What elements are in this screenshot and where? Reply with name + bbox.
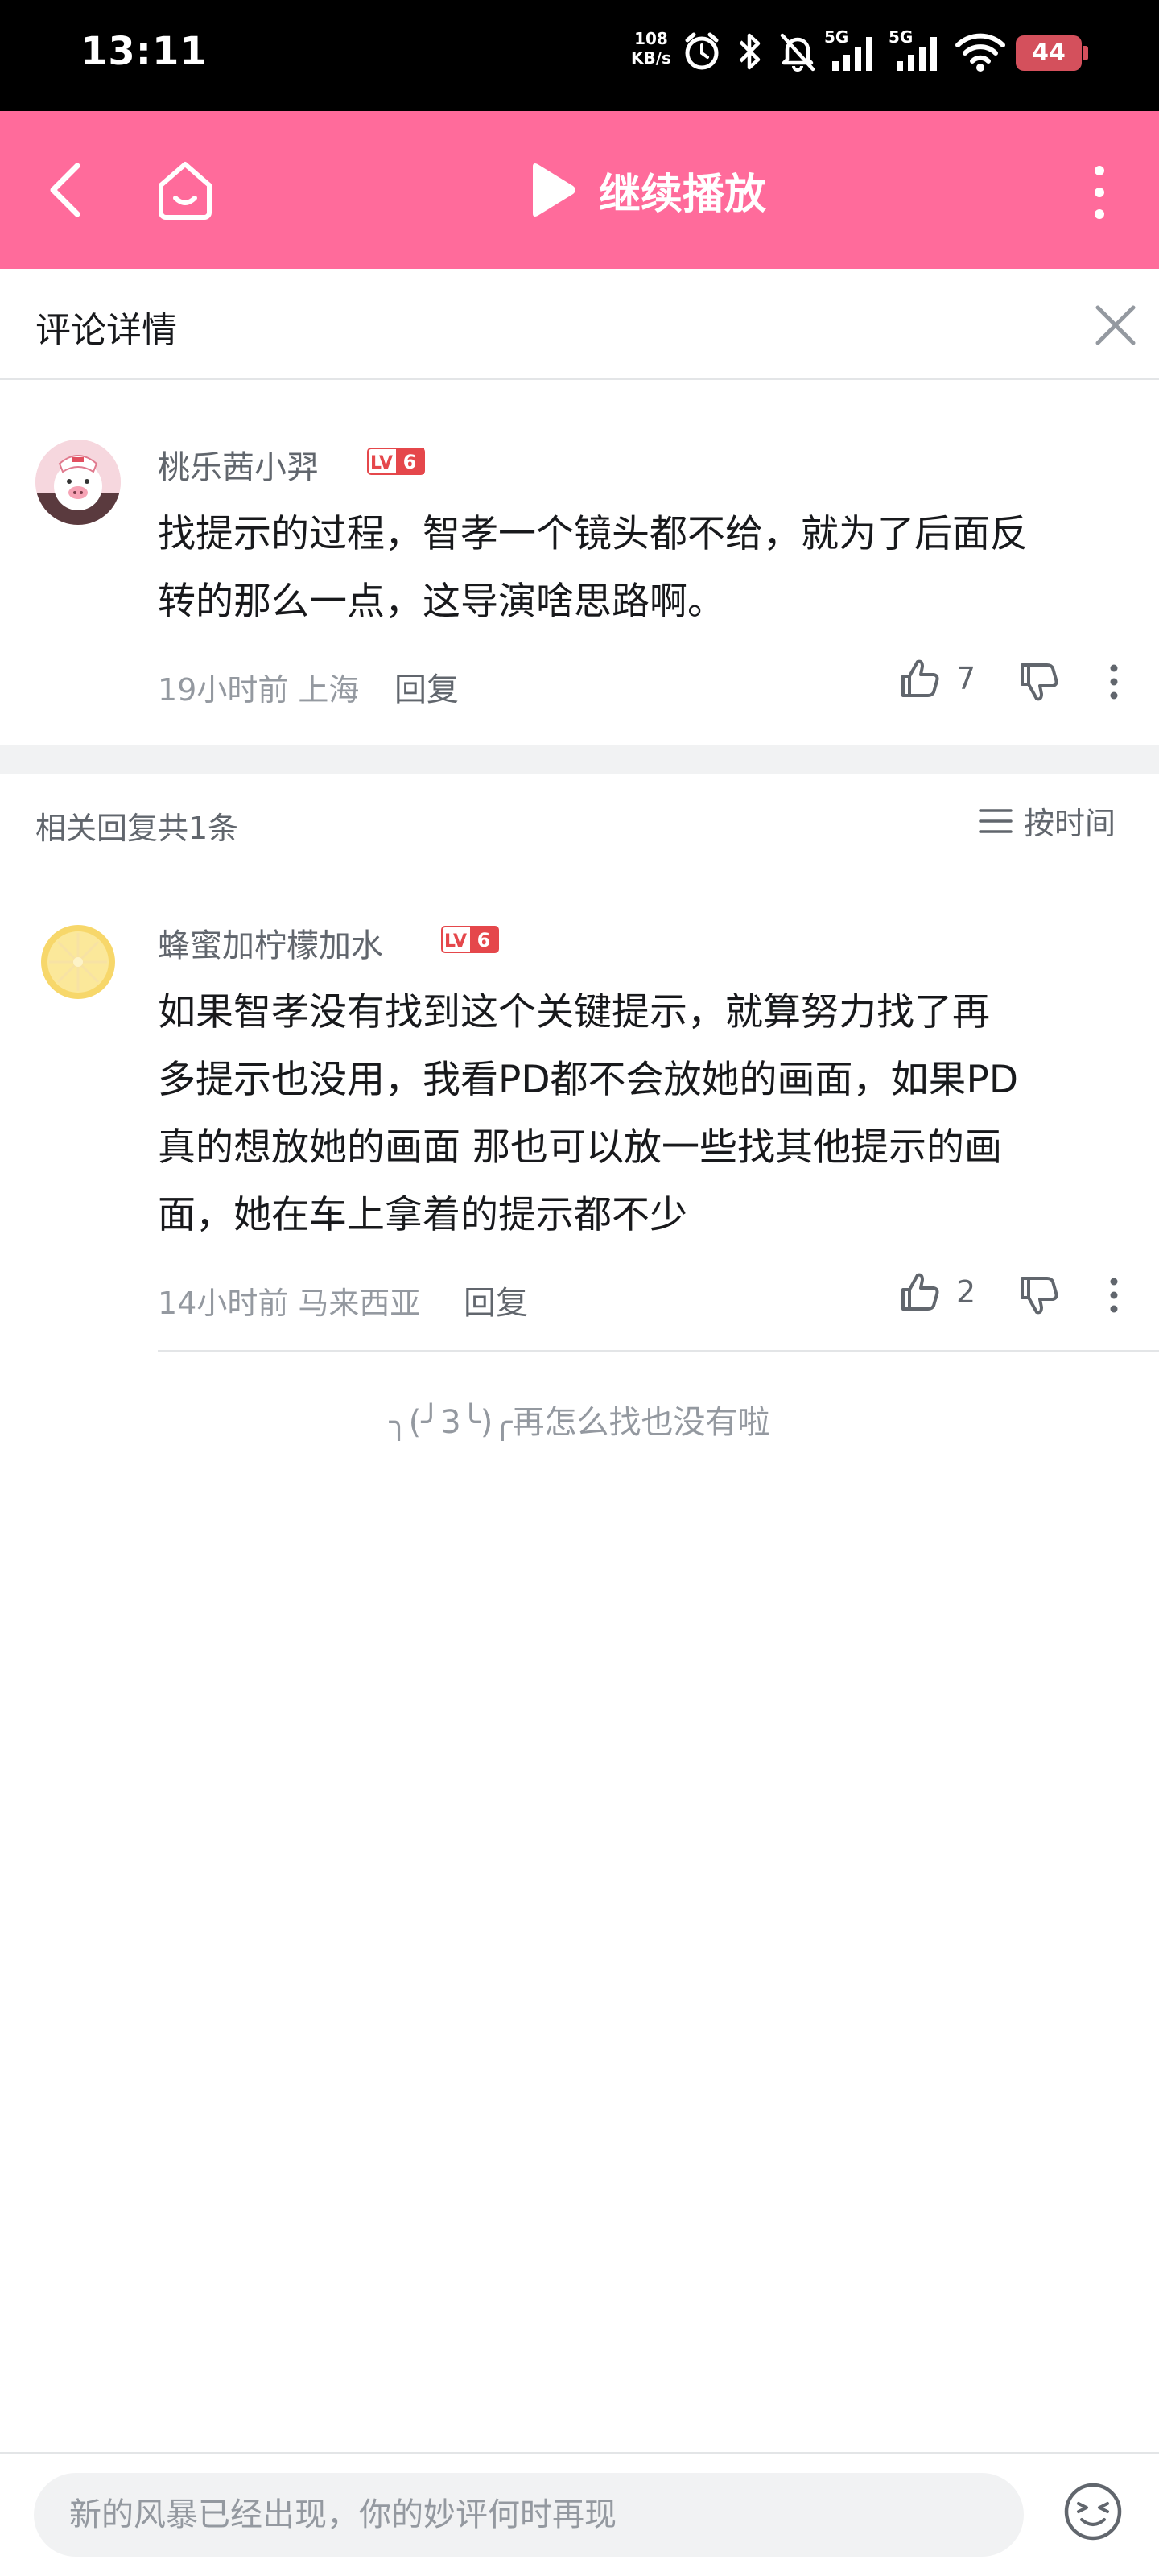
reply-button[interactable]: 回复	[394, 663, 459, 710]
battery-indicator: 44	[1016, 35, 1088, 71]
continue-play-button[interactable]: 继续播放	[526, 158, 766, 222]
sort-label: 按时间	[1024, 806, 1116, 841]
reply-divider	[158, 1350, 1159, 1352]
close-icon[interactable]	[1095, 304, 1136, 346]
more-options-icon[interactable]	[1107, 1277, 1120, 1314]
net-speed: 108 KB/s	[631, 29, 671, 68]
level-badge-text-lv: LV	[444, 931, 467, 952]
like-count: 2	[956, 1274, 976, 1310]
avatar-lemon-image	[35, 919, 121, 1005]
thumbs-up-icon	[901, 1273, 939, 1311]
thumbs-down-icon[interactable]	[1017, 660, 1061, 704]
comment-detail-bar: 评论详情	[0, 269, 1159, 380]
like-button[interactable]: 2	[898, 1270, 975, 1314]
net-speed-unit: KB/s	[631, 48, 671, 68]
status-bar: 13:11 108 KB/s 5G 5G 44	[0, 0, 1159, 111]
comment-username[interactable]: 桃乐茜小羿	[158, 441, 319, 488]
sort-by-time-button[interactable]: 按时间	[979, 799, 1116, 843]
signal-2-icon	[897, 37, 937, 71]
comment-input-bar	[0, 2452, 1159, 2576]
home-icon[interactable]	[153, 158, 217, 222]
reply-username[interactable]: 蜂蜜加柠檬加水	[158, 919, 383, 966]
comment-input[interactable]	[34, 2473, 1024, 2557]
comment-text-line: 转的那么一点，这导演啥思路啊。	[158, 580, 725, 624]
back-arrow-icon[interactable]	[45, 161, 85, 219]
alarm-icon	[685, 32, 719, 70]
thumbs-up-icon	[901, 659, 939, 697]
avatar[interactable]	[35, 440, 121, 525]
avatar-pig-image	[35, 440, 121, 525]
bluetooth-icon	[739, 33, 761, 70]
thumbs-down-icon[interactable]	[1017, 1274, 1061, 1317]
comment-text-line: 找提示的过程，智孝一个镜头都不给，就为了后面反	[158, 512, 1028, 556]
comment-detail-title: 评论详情	[35, 310, 177, 351]
reply-text-line: 多提示也没用，我看PD都不会放她的画面，如果PD	[158, 1058, 1019, 1102]
net-speed-value: 108	[634, 29, 668, 48]
status-time: 13:11	[80, 29, 208, 74]
more-options-icon[interactable]	[1107, 663, 1120, 700]
end-of-list-tip: ╮(╯3╰)╭再怎么找也没有啦	[389, 1404, 770, 1441]
replies-count-label: 相关回复共1条	[35, 811, 239, 846]
level-badge: LV 6	[441, 926, 499, 953]
like-count: 7	[956, 661, 976, 696]
reply-text: 如果智孝没有找到这个关键提示，就算努力找了再 多提示也没用，我看PD都不会放她的…	[158, 979, 1159, 1249]
reply-time-location: 14小时前 马来西亚	[158, 1286, 421, 1321]
section-divider	[0, 745, 1159, 774]
reply-text-line: 真的想放她的画面 那也可以放一些找其他提示的画	[158, 1125, 1002, 1170]
reply-button[interactable]: 回复	[464, 1277, 528, 1323]
reply-text-line: 面，她在车上拿着的提示都不少	[158, 1193, 687, 1237]
sort-list-icon	[979, 808, 1013, 833]
mute-bell-icon	[780, 33, 815, 72]
comment-text: 找提示的过程，智孝一个镜头都不给，就为了后面反 转的那么一点，这导演啥思路啊。	[158, 501, 1159, 636]
continue-play-label: 继续播放	[599, 170, 767, 219]
level-badge-text-lv: LV	[370, 453, 393, 473]
level-badge: LV 6	[367, 448, 425, 475]
more-vertical-icon[interactable]	[1090, 164, 1109, 221]
level-badge-text-num: 6	[403, 451, 417, 473]
avatar[interactable]	[35, 919, 121, 1005]
wifi-icon	[955, 33, 1005, 72]
play-icon	[533, 163, 575, 217]
reply-text-line: 如果智孝没有找到这个关键提示，就算努力找了再	[158, 990, 990, 1034]
top-nav-bar: 继续播放	[0, 111, 1159, 269]
comment-time-location: 19小时前 上海	[158, 672, 360, 708]
level-badge-text-num: 6	[477, 929, 491, 952]
like-button[interactable]: 7	[898, 657, 975, 700]
emoji-icon[interactable]	[1062, 2481, 1124, 2542]
signal-1-icon	[832, 37, 872, 71]
